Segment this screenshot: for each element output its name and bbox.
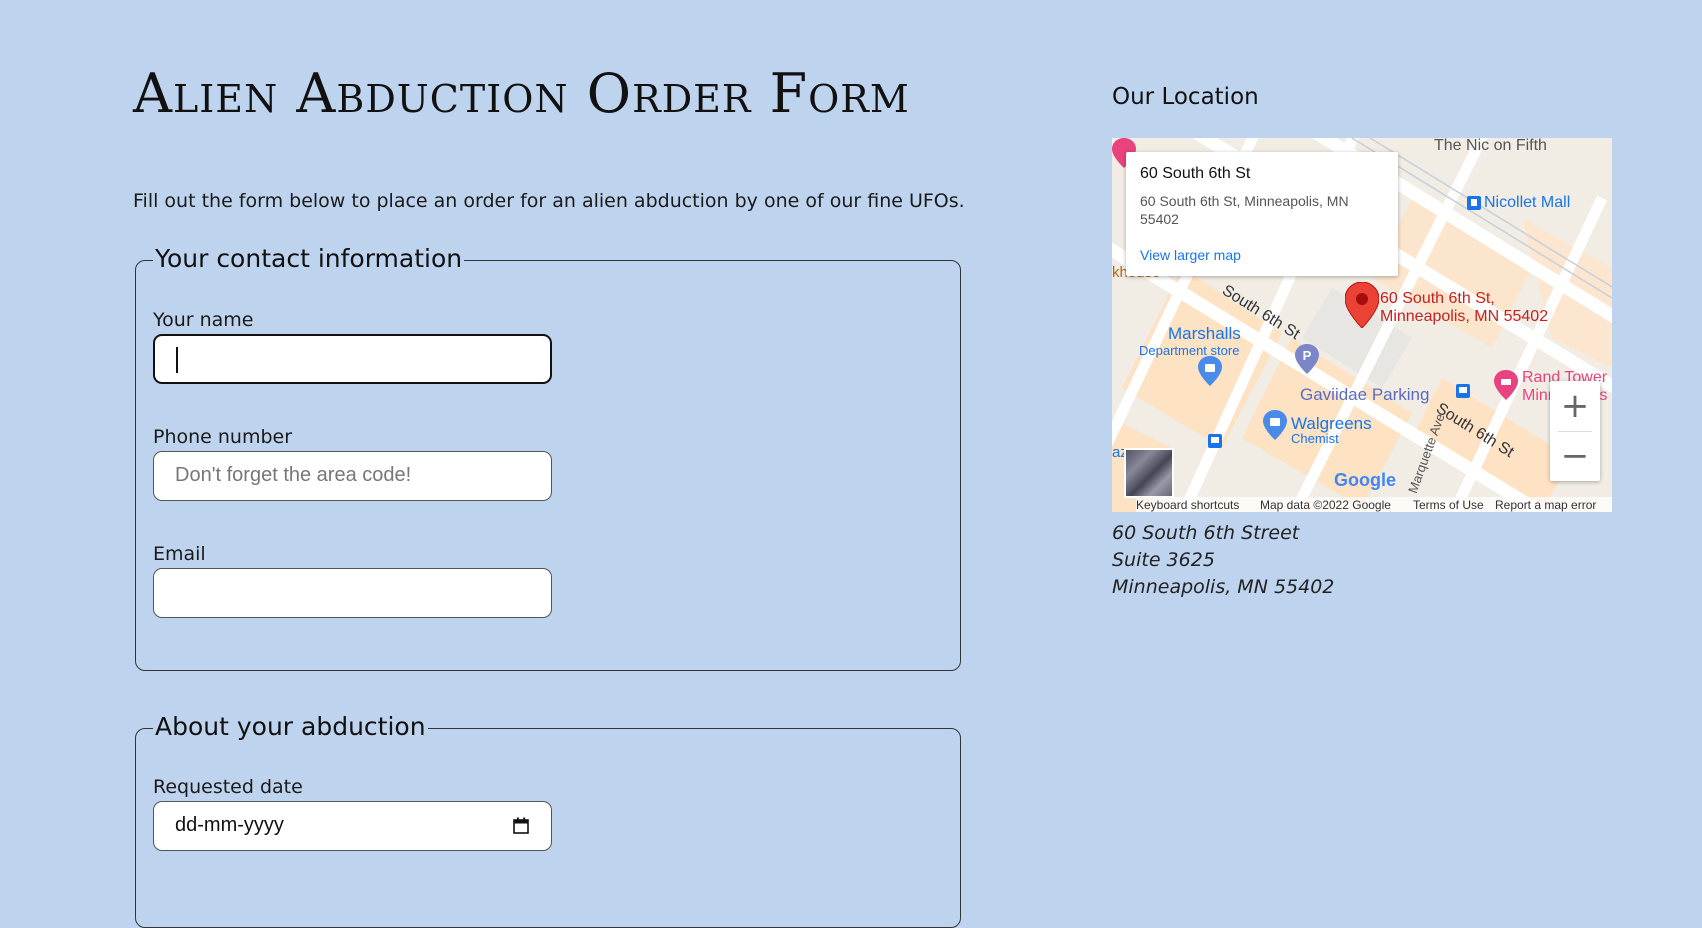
date-input[interactable]: dd-mm-yyyy — [153, 801, 552, 851]
date-placeholder: dd-mm-yyyy — [175, 814, 284, 836]
map-footer: Keyboard shortcuts Map data ©2022 Google… — [1136, 497, 1612, 512]
calendar-icon[interactable] — [513, 817, 529, 834]
map-label-nic: The Nic on Fifth — [1434, 138, 1547, 154]
google-logo: Google — [1334, 470, 1396, 490]
parking-pin-icon[interactable]: P — [1295, 344, 1319, 374]
intro-text: Fill out the form below to place an orde… — [133, 190, 965, 212]
email-label: Email — [153, 543, 206, 565]
map-label-marshalls-sub: Department store — [1139, 343, 1240, 358]
map-data-attribution: Map data ©2022 Google — [1260, 498, 1391, 512]
map-label-walgreens-sub: Chemist — [1291, 431, 1339, 446]
info-card-name: 60 South 6th St — [1140, 165, 1251, 182]
address-line-3: Minneapolis, MN 55402 — [1112, 576, 1335, 598]
text-caret — [176, 347, 178, 373]
terms-link[interactable]: Terms of Use — [1413, 498, 1484, 512]
abduction-fieldset: About your abduction Requested date dd-m… — [135, 712, 961, 928]
office-address: 60 South 6th Street Suite 3625 Minneapol… — [1112, 520, 1334, 601]
location-heading: Our Location — [1112, 84, 1259, 110]
satellite-toggle[interactable] — [1124, 448, 1174, 498]
hotel-pin-icon[interactable] — [1494, 370, 1518, 400]
pharmacy-pin-icon[interactable] — [1263, 410, 1287, 440]
zoom-in-button[interactable]: + — [1550, 381, 1600, 431]
phone-placeholder: Don't forget the area code! — [175, 464, 412, 486]
location-marker-icon[interactable] — [1345, 282, 1379, 328]
phone-label: Phone number — [153, 426, 293, 448]
map-info-card: 60 South 6th St 60 South 6th St, Minneap… — [1126, 152, 1398, 276]
bus-stop-icon[interactable] — [1456, 384, 1470, 398]
phone-input[interactable]: Don't forget the area code! — [153, 451, 552, 501]
keyboard-shortcuts-link[interactable]: Keyboard shortcuts — [1136, 498, 1239, 512]
shopping-pin-icon[interactable] — [1198, 356, 1222, 386]
name-label: Your name — [153, 309, 254, 331]
zoom-controls: + − — [1550, 381, 1600, 481]
name-input[interactable] — [153, 334, 552, 384]
zoom-out-button[interactable]: − — [1550, 431, 1600, 481]
info-card-address: 60 South 6th St, Minneapolis, MN 55402 — [1140, 193, 1349, 227]
page-title: Alien Abduction Order Form — [133, 62, 910, 125]
date-label: Requested date — [153, 776, 303, 798]
marker-label-line2: Minneapolis, MN 55402 — [1380, 308, 1549, 325]
report-error-link[interactable]: Report a map error — [1495, 498, 1596, 512]
bus-stop-icon-2[interactable] — [1208, 434, 1222, 448]
view-larger-map-link[interactable]: View larger map — [1140, 247, 1241, 263]
address-line-1: 60 South 6th Street — [1112, 522, 1300, 544]
map-label-marshalls: Marshalls — [1168, 324, 1241, 343]
map-label-gaviidae: Gaviidae Parking — [1300, 385, 1430, 404]
contact-fieldset: Your contact information Your name Phone… — [135, 244, 961, 671]
contact-legend: Your contact information — [153, 244, 465, 273]
email-input[interactable] — [153, 568, 552, 618]
embedded-map[interactable]: P The Nic on Fifth Nicollet Mall khouse … — [1112, 138, 1612, 512]
svg-text:P: P — [1303, 348, 1312, 363]
address-line-2: Suite 3625 — [1112, 549, 1215, 571]
abduction-legend: About your abduction — [153, 712, 428, 741]
marker-label-line1: 60 South 6th St, — [1380, 290, 1495, 307]
map-label-nicollet: Nicollet Mall — [1484, 194, 1571, 211]
transit-icon[interactable] — [1467, 196, 1481, 210]
